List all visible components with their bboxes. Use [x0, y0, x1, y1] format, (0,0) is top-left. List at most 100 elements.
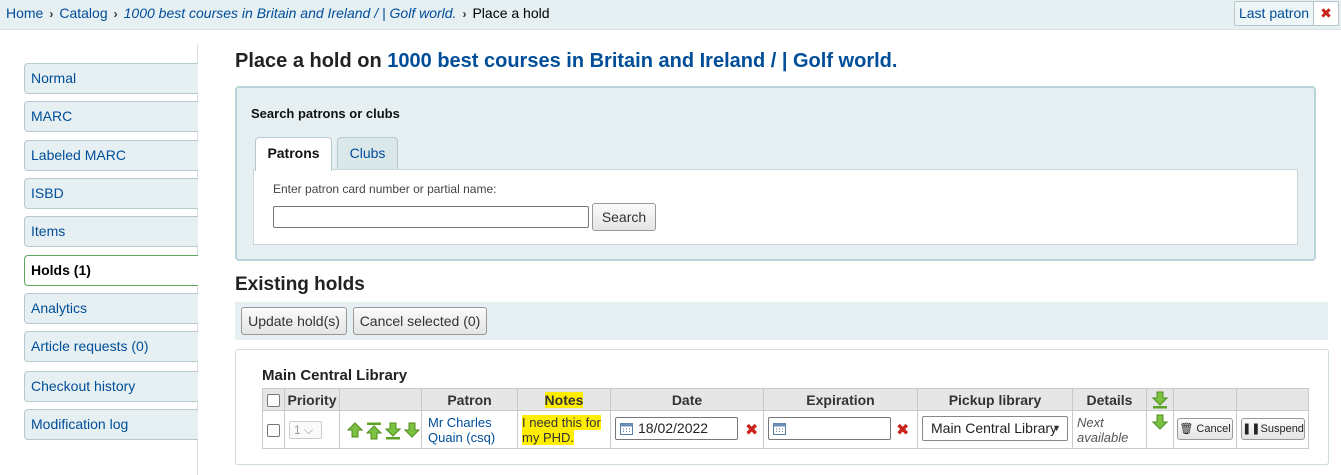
sidebar-item-analytics[interactable]: Analytics [24, 293, 198, 324]
row-select-cell [262, 410, 285, 449]
cancel-hold-label: Cancel [1196, 423, 1231, 435]
update-holds-button[interactable]: Update hold(s) [241, 307, 347, 335]
tab-clubs[interactable]: Clubs [337, 137, 398, 170]
arrow-lowest-priority-icon[interactable] [1152, 414, 1168, 430]
date-cell: 18/02/2022 ✖ [610, 410, 764, 449]
patron-search-label: Enter patron card number or partial name… [273, 182, 497, 196]
column-header-arrows [339, 388, 422, 411]
caret-down-icon: ▼ [1052, 423, 1061, 433]
page-title: Place a hold on 1000 best courses in Bri… [235, 50, 897, 73]
breadcrumb-separator: › [49, 7, 54, 21]
patron-name-line2: Quain (csq) [428, 429, 496, 445]
select-all-checkbox[interactable] [267, 394, 280, 408]
arrow-down-icon[interactable] [404, 422, 420, 438]
tab-content-patrons: Enter patron card number or partial name… [253, 169, 1298, 245]
cancel-selected-button[interactable]: Cancel selected (0) [353, 307, 487, 335]
row-checkbox[interactable] [267, 424, 280, 438]
breadcrumb-catalog[interactable]: Catalog [59, 5, 107, 21]
breadcrumb: Home › Catalog › 1000 best courses in Britai… [6, 5, 550, 21]
column-header-priority: Priority [284, 388, 340, 411]
hold-notes-line2: my PHD. [522, 429, 574, 445]
breadcrumb-separator: › [113, 7, 118, 21]
breadcrumb-separator: › [462, 7, 467, 21]
library-heading: Main Central Library [262, 367, 408, 384]
table-row: 1 ⌵ Mr Charles Quain (csq) I need this fo… [262, 410, 1309, 449]
column-header-expiration: Expiration [763, 388, 918, 411]
priority-cell: 1 ⌵ [284, 410, 340, 449]
suspend-cell: ❚❚Suspend [1236, 410, 1309, 449]
arrow-up-icon[interactable] [347, 422, 363, 438]
search-heading: Search patrons or clubs [251, 106, 400, 121]
holds-toolbar: Update hold(s) Cancel selected (0) [235, 302, 1328, 340]
sidebar-item-checkout-history[interactable]: Checkout history [24, 371, 198, 402]
table-header-row: Priority Patron Notes Date Expiration Pi… [262, 388, 1309, 411]
cancel-cell: 🗑 Cancel [1173, 410, 1237, 449]
expiration-cell: ✖ [763, 410, 918, 449]
close-icon[interactable]: ✖ [1313, 1, 1339, 26]
move-arrows-cell [339, 410, 422, 449]
existing-holds-heading: Existing holds [235, 274, 365, 295]
trash-icon: 🗑 [1179, 423, 1194, 435]
sidebar-item-isbd[interactable]: ISBD [24, 178, 198, 209]
breadcrumb-record[interactable]: 1000 best courses in Britain and Ireland… [124, 5, 457, 21]
sidebar-item-holds[interactable]: Holds (1) [24, 255, 198, 286]
column-header-suspend [1236, 388, 1309, 411]
arrow-bottom-icon[interactable] [385, 422, 401, 440]
patron-cell: Mr Charles Quain (csq) [421, 410, 518, 449]
details-cell: Next available [1072, 410, 1147, 449]
notes-cell: I need this for my PHD. [517, 410, 611, 449]
holds-panel: Main Central Library Priority Patron Not… [235, 349, 1329, 465]
pickup-library-cell: Main Central Library ▼ [917, 410, 1073, 449]
breadcrumb-home[interactable]: Home [6, 5, 43, 21]
sidebar-item-items[interactable]: Items [24, 216, 198, 247]
last-patron-button[interactable]: Last patron [1234, 1, 1314, 26]
hold-date-input[interactable]: 18/02/2022 [615, 417, 738, 440]
arrow-top-icon[interactable] [366, 422, 382, 440]
sidebar-item-modification-log[interactable]: Modification log [24, 409, 198, 440]
sidebar: Normal MARC Labeled MARC ISBD Items Hold… [0, 44, 198, 475]
column-header-pickup-library: Pickup library [917, 388, 1073, 411]
suspend-hold-label: Suspend [1260, 423, 1304, 435]
page-title-prefix: Place a hold on [235, 50, 388, 72]
search-patrons-panel: Search patrons or clubs Patrons Clubs En… [235, 86, 1316, 261]
suspend-hold-button[interactable]: ❚❚Suspend [1241, 418, 1305, 440]
breadcrumb-current: Place a hold [472, 5, 550, 21]
sidebar-item-labeled-marc[interactable]: Labeled MARC [24, 140, 198, 171]
sidebar-item-article-requests[interactable]: Article requests (0) [24, 331, 198, 362]
notes-header-label: Notes [544, 391, 584, 408]
details-line1: Next [1077, 414, 1104, 430]
holds-table: Priority Patron Notes Date Expiration Pi… [262, 388, 1309, 449]
priority-value: 1 [294, 422, 301, 437]
column-header-details: Details [1072, 388, 1147, 411]
details-line2: available [1077, 429, 1129, 445]
cancel-hold-button[interactable]: 🗑 Cancel [1177, 418, 1233, 440]
column-header-notes: Notes [517, 388, 611, 411]
arrow-bottom-icon[interactable] [1152, 391, 1168, 409]
record-title-link[interactable]: 1000 best courses in Britain and Ireland… [387, 50, 897, 72]
search-button[interactable]: Search [592, 203, 656, 231]
calendar-icon[interactable] [773, 423, 786, 435]
tab-patrons[interactable]: Patrons [255, 137, 332, 171]
expiration-date-input[interactable] [768, 417, 891, 440]
hold-date-value: 18/02/2022 [638, 420, 709, 436]
select-all-header [262, 388, 285, 411]
breadcrumb-bar: Home › Catalog › 1000 best courses in Britai… [0, 0, 1341, 30]
pickup-library-value: Main Central Library [931, 420, 1058, 436]
calendar-icon[interactable] [620, 423, 633, 435]
column-header-date: Date [610, 388, 764, 411]
pickup-library-select[interactable]: Main Central Library ▼ [922, 416, 1068, 441]
column-header-cancel [1173, 388, 1237, 411]
patron-search-input[interactable] [273, 206, 589, 228]
lowest-priority-cell [1146, 410, 1174, 449]
sidebar-item-normal[interactable]: Normal [24, 63, 198, 94]
pause-icon: ❚❚ [1242, 423, 1261, 435]
priority-select[interactable]: 1 ⌵ [289, 420, 322, 439]
hold-notes-line1: I need this for [522, 414, 601, 430]
clear-date-icon[interactable]: ✖ [745, 420, 758, 440]
sidebar-item-marc[interactable]: MARC [24, 101, 198, 132]
patron-name-line1: Mr Charles [428, 414, 492, 430]
column-header-patron: Patron [421, 388, 518, 411]
column-header-lowest-priority [1146, 388, 1174, 411]
clear-expiration-icon[interactable]: ✖ [896, 420, 909, 440]
patron-link[interactable]: Mr Charles Quain (csq) [428, 415, 495, 445]
